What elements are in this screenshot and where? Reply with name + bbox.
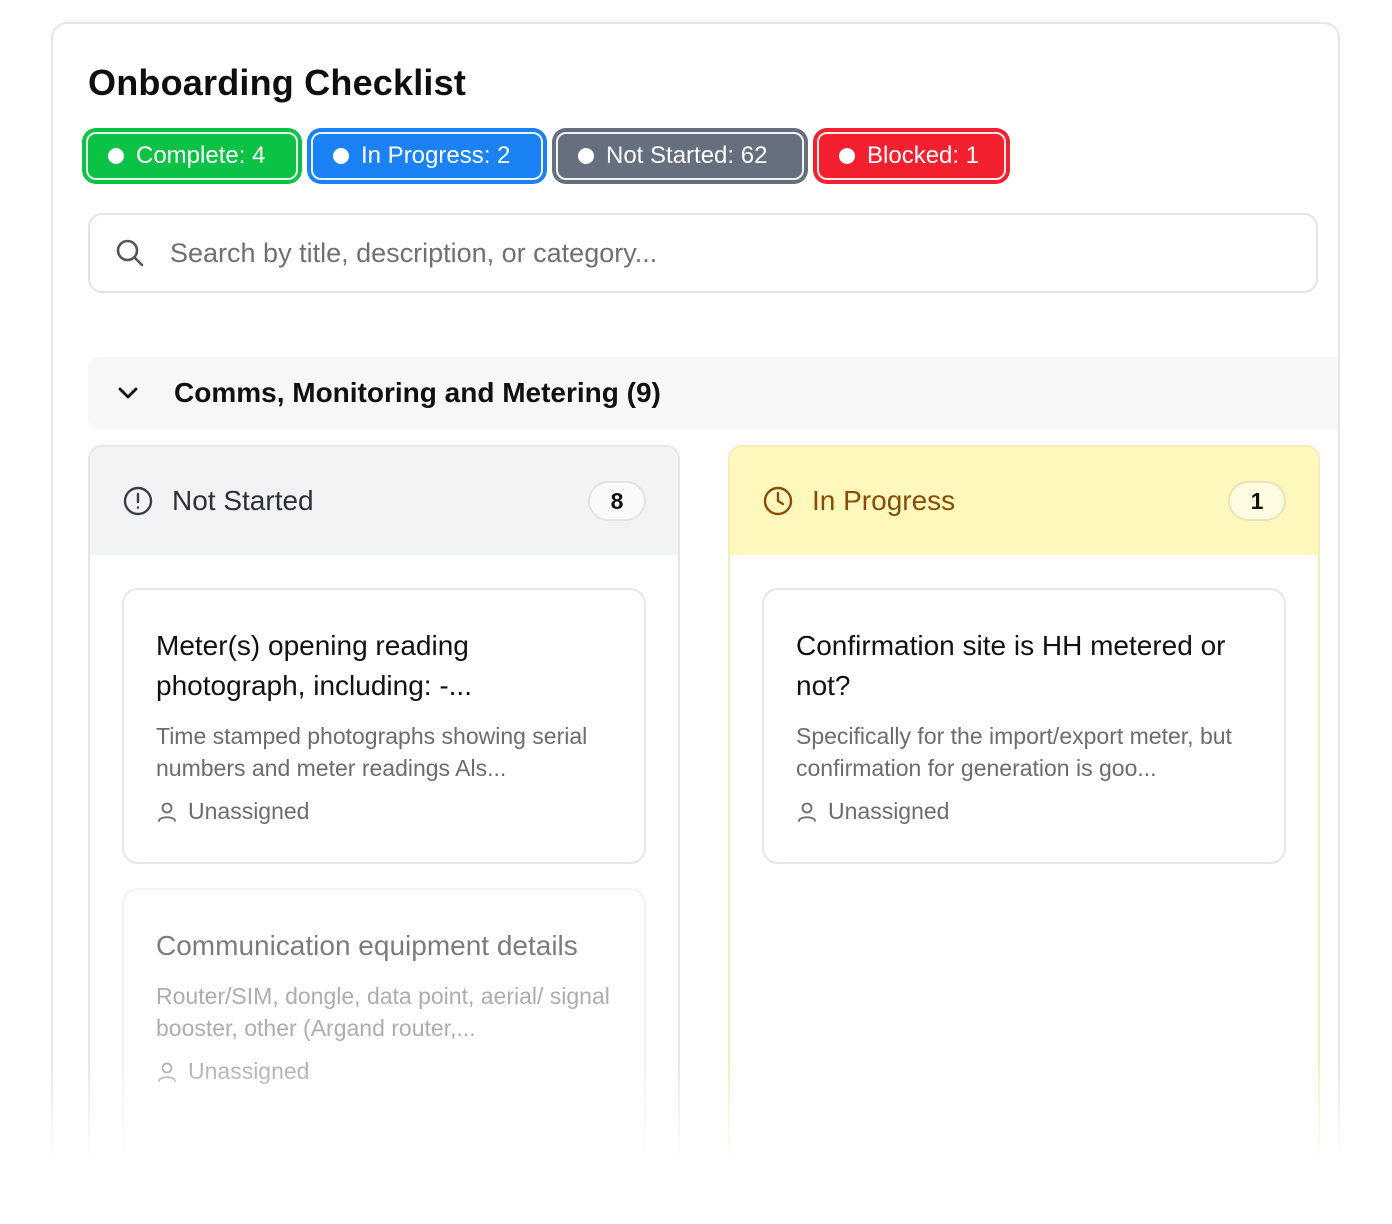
assignee-label: Unassigned xyxy=(188,1058,310,1084)
checklist-panel: Onboarding Checklist Complete: 4 In Prog… xyxy=(51,22,1340,1172)
task-card[interactable]: Communication equipment details Router/S… xyxy=(122,888,646,1164)
search-icon xyxy=(116,239,144,267)
status-filter-label: Not Started: 62 xyxy=(606,142,768,169)
task-title: Meter(s) opening reading photograph, inc… xyxy=(156,630,472,701)
status-filter-label: Complete: 4 xyxy=(136,142,266,169)
status-filter-label: In Progress: 2 xyxy=(361,142,511,169)
search-box xyxy=(88,213,1318,293)
alert-circle-icon xyxy=(123,486,153,516)
task-card[interactable]: Meter(s) opening reading photograph, inc… xyxy=(122,588,646,864)
column-count-badge: 8 xyxy=(588,481,646,521)
clock-icon xyxy=(763,486,793,516)
user-icon xyxy=(158,1062,176,1082)
assignee-label: Unassigned xyxy=(828,798,950,824)
column-not-started: Not Started 8 Meter(s) opening reading p… xyxy=(88,445,680,1172)
user-icon xyxy=(158,802,176,822)
column-title: In Progress xyxy=(812,485,956,516)
column-in-progress: In Progress 1 Confirmation site is HH me… xyxy=(728,445,1320,1172)
chevron-down-icon xyxy=(118,387,138,399)
status-dot-icon xyxy=(108,148,124,164)
status-filter-blocked[interactable]: Blocked: 1 xyxy=(813,128,1010,184)
task-assignee: Unassigned xyxy=(796,798,1252,825)
status-filter-label: Blocked: 1 xyxy=(867,142,980,169)
task-description: Specifically for the import/export meter… xyxy=(796,723,1232,781)
status-filter-complete[interactable]: Complete: 4 xyxy=(82,128,302,184)
status-filter-not-started[interactable]: Not Started: 62 xyxy=(552,128,808,184)
task-description: Router/SIM, dongle, data point, aerial/ … xyxy=(156,983,610,1041)
task-description: Time stamped photographs showing serial … xyxy=(156,723,588,781)
task-card[interactable]: Confirmation site is HH metered or not? … xyxy=(762,588,1286,864)
assignee-label: Unassigned xyxy=(188,798,310,824)
task-assignee: Unassigned xyxy=(156,798,612,825)
page-title: Onboarding Checklist xyxy=(88,62,467,103)
column-title: Not Started xyxy=(172,485,314,516)
search-input[interactable] xyxy=(170,237,1270,269)
category-group-title: Comms, Monitoring and Metering (9) xyxy=(174,377,661,408)
task-assignee: Unassigned xyxy=(156,1058,612,1085)
status-dot-icon xyxy=(839,148,855,164)
user-icon xyxy=(798,802,816,822)
column-count-badge: 1 xyxy=(1228,481,1286,521)
column-header: In Progress 1 xyxy=(730,447,1318,555)
status-dot-icon xyxy=(578,148,594,164)
category-group-header[interactable]: Comms, Monitoring and Metering (9) xyxy=(88,357,1338,429)
task-title: Confirmation site is HH metered or not? xyxy=(796,630,1226,701)
task-title: Communication equipment details xyxy=(156,930,578,961)
status-filter-in-progress[interactable]: In Progress: 2 xyxy=(307,128,547,184)
column-header: Not Started 8 xyxy=(90,447,678,555)
status-dot-icon xyxy=(333,148,349,164)
